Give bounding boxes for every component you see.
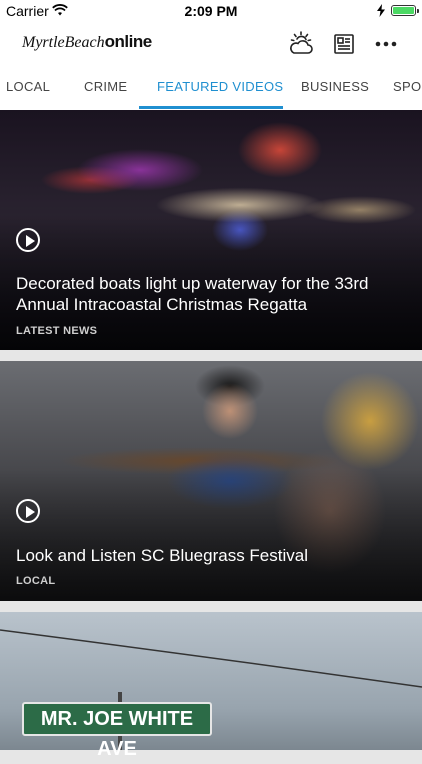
status-bar: Carrier 2:09 PM [0,0,422,22]
clock: 2:09 PM [184,3,238,19]
card-headline[interactable]: Decorated boats light up waterway for th… [16,273,396,315]
section-tabs: LOCAL CRIME FEATURED VIDEOS BUSINESS SPO… [0,66,422,111]
tab-crime[interactable]: CRIME [84,66,127,108]
play-icon[interactable] [16,499,40,523]
card-headline[interactable]: Look and Listen SC Bluegrass Festival [16,545,396,566]
card-section-label: LOCAL [16,575,56,587]
video-card[interactable]: Decorated boats light up waterway for th… [0,110,422,350]
active-tab-indicator [139,106,283,109]
app-logo[interactable]: MyrtleBeachonline [22,32,152,52]
more-icon[interactable] [372,30,400,58]
tab-featured-videos[interactable]: FEATURED VIDEOS [157,66,283,108]
app-header: MyrtleBeachonline [0,22,422,66]
battery-icon [391,5,419,16]
weather-icon[interactable] [287,30,315,58]
play-icon[interactable] [16,228,40,252]
card-section-label: LATEST NEWS [16,325,98,337]
tab-local[interactable]: LOCAL [6,66,50,108]
charging-icon [377,4,385,17]
tab-business[interactable]: BUSINESS [301,66,369,108]
street-sign: MR. JOE WHITE AVE [22,702,212,760]
video-card[interactable]: Look and Listen SC Bluegrass Festival LO… [0,361,422,601]
tab-sports[interactable]: SPOR [393,66,422,108]
newspaper-icon[interactable] [330,30,358,58]
